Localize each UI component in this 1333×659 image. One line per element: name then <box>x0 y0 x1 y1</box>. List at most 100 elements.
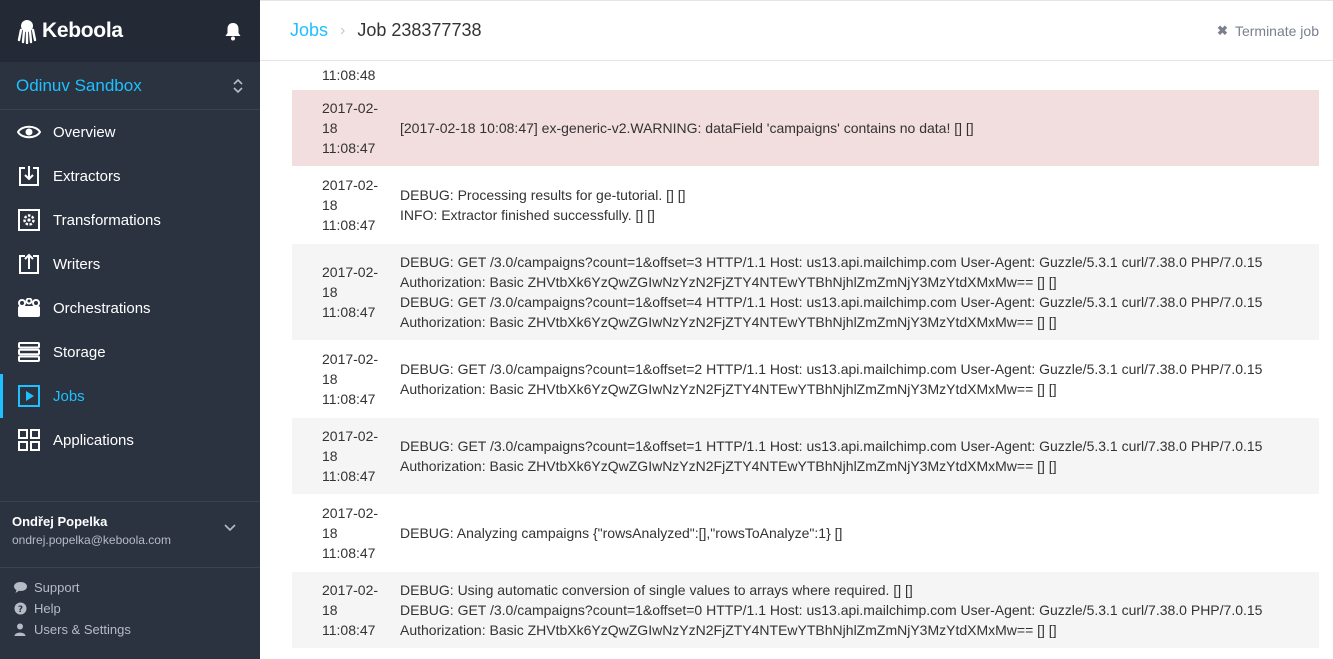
sidebar-item-label: Writers <box>53 255 101 273</box>
log-line: DEBUG: Using automatic conversion of sin… <box>400 582 913 598</box>
terminate-job-label: Terminate job <box>1234 23 1319 39</box>
bell-icon[interactable] <box>222 20 244 42</box>
storage-icon <box>16 339 42 365</box>
page-header: Jobs › Job 238377738 ✖ Terminate job <box>260 0 1333 61</box>
logo-bar: Keboola <box>0 0 260 62</box>
log-time: 11:08:48 <box>322 67 376 83</box>
log-time: 11:08:47 <box>322 468 376 484</box>
log-time: 11:08:47 <box>322 217 376 233</box>
sidebar-item-label: Orchestrations <box>53 299 151 317</box>
log-row: 2017-02- 18 11:08:47 DEBUG: GET /3.0/campai… <box>292 243 1319 340</box>
log-rows: 2017-02- 18 11:08:47 [2017-02-18 10:08:47] … <box>292 89 1319 659</box>
keboola-logo[interactable]: Keboola <box>16 18 123 44</box>
log-line: DEBUG: GET /3.0/campaigns?count=1&offset… <box>400 438 1263 454</box>
terminate-job-button[interactable]: ✖ Terminate job <box>1217 23 1319 39</box>
log-line: DEBUG: Analyzing campaigns {"rowsAnalyze… <box>400 525 843 541</box>
log-time: 11:08:47 <box>322 140 376 156</box>
support-link[interactable]: Support <box>12 577 131 598</box>
log-time: 11:08:47 <box>322 545 376 561</box>
footer-links: Support ? Help Users & Settings <box>12 577 131 640</box>
log-line: Authorization: Basic ZHVtbXk6YzQwZGIwNzY… <box>400 314 1057 330</box>
users-settings-label: Users & Settings <box>34 622 131 637</box>
breadcrumb-separator: › <box>340 21 346 39</box>
chevron-down-icon <box>224 524 236 532</box>
sidebar-item-label: Extractors <box>53 167 121 185</box>
log-date: 2017-02- <box>322 428 379 444</box>
eye-icon <box>16 119 42 145</box>
grid-icon <box>16 427 42 453</box>
sidebar-item-applications[interactable]: Applications <box>0 418 260 462</box>
log-date: 2017-02- <box>322 177 379 193</box>
extractor-icon <box>16 163 42 189</box>
writer-icon <box>16 251 42 277</box>
sidebar-nav: Overview Extractors Transformations Writ… <box>0 110 260 462</box>
job-log[interactable]: 11:08:48 2017-02- 18 11:08:47 [2017-02-18 1… <box>292 61 1319 659</box>
chat-icon <box>12 581 28 594</box>
orchestration-icon <box>16 295 42 321</box>
sidebar-item-overview[interactable]: Overview <box>0 110 260 154</box>
user-email: ondrej.popelka@keboola.com <box>12 533 171 547</box>
log-line: DEBUG: GET /3.0/campaigns?count=1&offset… <box>400 361 1263 377</box>
log-day: 18 <box>322 448 338 464</box>
svg-text:?: ? <box>17 605 22 615</box>
log-day: 18 <box>322 371 338 387</box>
user-menu[interactable]: Ondřej Popelka ondrej.popelka@keboola.co… <box>0 501 260 568</box>
log-time: 11:08:47 <box>322 304 376 320</box>
sidebar-item-writers[interactable]: Writers <box>0 242 260 286</box>
page-title: Job 238377738 <box>357 20 482 40</box>
help-link[interactable]: ? Help <box>12 598 131 619</box>
sidebar-item-label: Overview <box>53 123 116 141</box>
user-name: Ondřej Popelka <box>12 514 108 529</box>
log-date: 2017-02- <box>322 100 379 116</box>
log-line: DEBUG: GET /3.0/campaigns?count=1&offset… <box>400 602 1263 618</box>
log-date: 2017-02- <box>322 582 379 598</box>
log-day: 18 <box>322 120 338 136</box>
users-settings-link[interactable]: Users & Settings <box>12 619 131 640</box>
log-timestamp: 2017-02- 18 11:08:47 <box>292 572 392 648</box>
log-line: DEBUG: GET /3.0/campaigns?count=1&offset… <box>400 294 1263 310</box>
log-row: 2017-02- 18 11:08:47 DEBUG: GET /3.0/campai… <box>292 340 1319 417</box>
log-row: 11:08:48 <box>292 61 1319 89</box>
chevron-updown-icon <box>233 78 243 93</box>
user-icon <box>12 623 28 636</box>
sidebar-item-label: Storage <box>53 343 106 361</box>
project-switcher[interactable]: Odinuv Sandbox <box>0 62 260 110</box>
log-timestamp: 2017-02- 18 11:08:47 <box>292 244 392 340</box>
log-line: DEBUG: Processing results for ge-tutoria… <box>400 187 686 203</box>
sidebar-item-label: Jobs <box>53 387 85 405</box>
log-line: Authorization: Basic ZHVtbXk6YzQwZGIwNzY… <box>400 274 1057 290</box>
log-day: 18 <box>322 602 338 618</box>
support-label: Support <box>34 580 80 595</box>
log-line: Authorization: Basic ZHVtbXk6YzQwZGIwNzY… <box>400 381 1057 397</box>
log-line: Authorization: Basic ZHVtbXk6YzQwZGIwNzY… <box>400 458 1057 474</box>
log-timestamp: 2017-02- 18 11:08:47 <box>292 418 392 494</box>
sidebar-item-orchestrations[interactable]: Orchestrations <box>0 286 260 330</box>
brand-name: Keboola <box>42 19 123 42</box>
log-line: [2017-02-18 10:08:47] ex-generic-v2.WARN… <box>400 120 974 136</box>
log-message: DEBUG: GET /3.0/campaigns?count=1&offset… <box>392 244 1319 340</box>
sidebar-item-extractors[interactable]: Extractors <box>0 154 260 198</box>
log-row: 2017-02- 18 11:08:47 DEBUG: GET /3.0/campai… <box>292 417 1319 494</box>
log-line: DEBUG: GET /3.0/campaigns?count=1&offset… <box>400 254 1263 270</box>
log-row-warning: 2017-02- 18 11:08:47 [2017-02-18 10:08:47] … <box>292 89 1319 166</box>
log-date: 2017-02- <box>322 264 379 280</box>
log-message: DEBUG: Analyzing campaigns {"rowsAnalyze… <box>392 495 1319 571</box>
sidebar-item-label: Transformations <box>53 211 161 229</box>
sidebar: Keboola Odinuv Sandbox Overview Extracto… <box>0 0 260 659</box>
log-timestamp: 2017-02- 18 11:08:47 <box>292 341 392 417</box>
help-icon: ? <box>12 602 28 615</box>
log-message: [2017-02-18 10:08:47] ex-generic-v2.WARN… <box>392 90 1319 166</box>
sidebar-item-jobs[interactable]: Jobs <box>0 374 260 418</box>
log-message <box>392 649 1319 659</box>
sidebar-item-storage[interactable]: Storage <box>0 330 260 374</box>
log-line: Authorization: Basic ZHVtbXk6YzQwZGIwNzY… <box>400 622 1057 638</box>
sidebar-item-transformations[interactable]: Transformations <box>0 198 260 242</box>
breadcrumb-jobs-link[interactable]: Jobs <box>290 20 328 41</box>
octopus-icon <box>17 20 37 44</box>
log-timestamp: 2017-02- 18 11:08:47 <box>292 90 392 166</box>
log-timestamp: 2017-02- 18 11:08:47 <box>292 495 392 571</box>
gear-icon <box>16 207 42 233</box>
log-date: 2017-02- <box>322 351 379 367</box>
log-date: 2017-02- <box>322 505 379 521</box>
log-message: DEBUG: GET /3.0/campaigns?count=1&offset… <box>392 418 1319 494</box>
